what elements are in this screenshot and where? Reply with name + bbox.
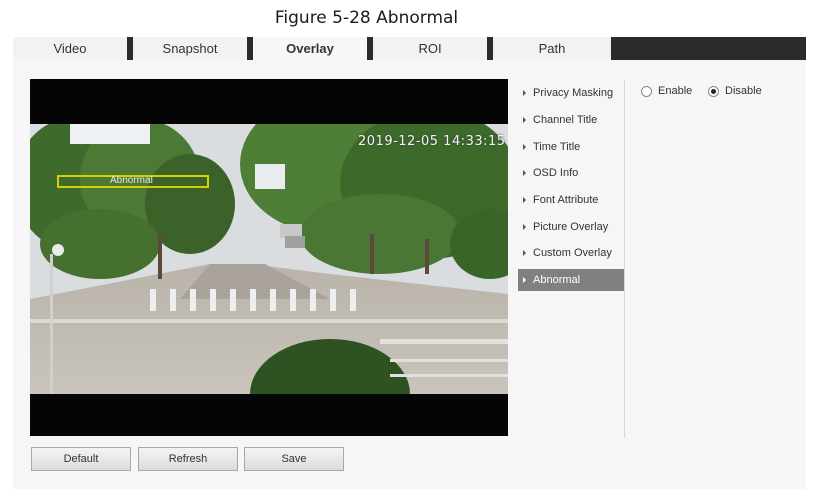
- overlay-menu: Privacy Masking Channel Title Time Title…: [518, 80, 625, 438]
- enable-label: Enable: [658, 85, 693, 97]
- tab-snapshot[interactable]: Snapshot: [133, 37, 253, 60]
- caret-right-icon: [523, 250, 526, 256]
- menu-item-label: Privacy Masking: [533, 87, 614, 99]
- menu-item-label: Channel Title: [533, 114, 598, 126]
- menu-item-label: Time Title: [533, 141, 581, 153]
- video-preview[interactable]: 2019-12-05 14:33:15 Abnormal: [30, 79, 508, 436]
- refresh-button[interactable]: Refresh: [138, 447, 238, 471]
- enable-option[interactable]: Enable: [641, 85, 692, 97]
- figure-caption: Figure 5-28 Abnormal: [274, 8, 459, 28]
- caret-right-icon: [523, 197, 526, 203]
- disable-label: Disable: [725, 85, 762, 97]
- tab-label: ROI: [418, 41, 442, 56]
- osd-timestamp: 2019-12-05 14:33:15: [358, 134, 506, 149]
- tab-label: Overlay: [286, 41, 334, 56]
- enable-radio[interactable]: [641, 85, 652, 97]
- menu-item-custom-overlay[interactable]: Custom Overlay: [518, 242, 624, 264]
- tab-label: Path: [538, 41, 566, 56]
- tab-roi[interactable]: ROI: [373, 37, 493, 60]
- caret-right-icon: [523, 144, 526, 150]
- menu-item-label: Abnormal: [533, 274, 581, 286]
- tab-overlay[interactable]: Overlay: [253, 37, 373, 60]
- tab-video[interactable]: Video: [13, 37, 133, 60]
- disable-option[interactable]: Disable: [708, 85, 762, 97]
- caret-right-icon: [523, 170, 526, 176]
- abnormal-label: Abnormal: [110, 175, 153, 186]
- menu-item-picture-overlay[interactable]: Picture Overlay: [518, 216, 624, 238]
- menu-item-abnormal[interactable]: Abnormal: [518, 269, 624, 291]
- menu-item-label: OSD Info: [533, 167, 579, 179]
- menu-item-time-title[interactable]: Time Title: [518, 136, 624, 158]
- tab-bar: Video Snapshot Overlay ROI Path: [13, 37, 806, 60]
- disable-radio[interactable]: [708, 85, 719, 97]
- menu-item-privacy-masking[interactable]: Privacy Masking: [518, 82, 624, 104]
- caret-right-icon: [523, 117, 526, 123]
- menu-item-label: Font Attribute: [533, 194, 599, 206]
- default-button[interactable]: Default: [31, 447, 131, 471]
- save-button[interactable]: Save: [244, 447, 344, 471]
- scene-image: [30, 124, 508, 394]
- caret-right-icon: [523, 90, 526, 96]
- menu-item-label: Picture Overlay: [533, 221, 609, 233]
- camera-scene: 2019-12-05 14:33:15 Abnormal: [30, 124, 508, 394]
- caret-right-icon: [523, 277, 526, 283]
- menu-item-osd-info[interactable]: OSD Info: [518, 162, 624, 184]
- tab-path[interactable]: Path: [493, 37, 611, 60]
- tab-label: Video: [53, 41, 87, 56]
- menu-item-channel-title[interactable]: Channel Title: [518, 109, 624, 131]
- menu-item-font-attribute[interactable]: Font Attribute: [518, 189, 624, 211]
- menu-item-label: Custom Overlay: [533, 247, 612, 259]
- caret-right-icon: [523, 224, 526, 230]
- tab-label: Snapshot: [162, 41, 218, 56]
